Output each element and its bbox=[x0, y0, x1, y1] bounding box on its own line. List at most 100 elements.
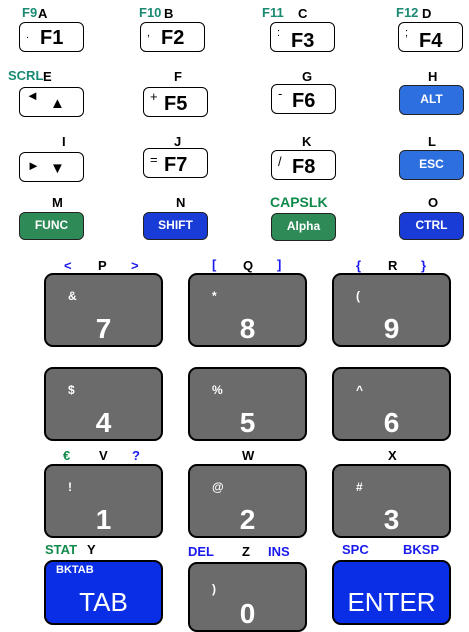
key-7[interactable]: & 7 bbox=[44, 273, 163, 347]
letter-g-label: G bbox=[302, 69, 313, 84]
bktab-label: BKTAB bbox=[56, 564, 94, 576]
letter-f-label: F bbox=[174, 69, 182, 84]
f8-main: F8 bbox=[292, 156, 316, 178]
key-1[interactable]: ! 1 bbox=[44, 464, 163, 538]
key-5-symbol: % bbox=[212, 383, 223, 397]
f6-key[interactable]: - F6 bbox=[271, 84, 336, 114]
key-8[interactable]: * 8 bbox=[188, 273, 307, 347]
letter-p-label: P bbox=[98, 258, 107, 273]
f4-key[interactable]: ; F4 bbox=[398, 22, 463, 52]
key-6-number: 6 bbox=[383, 407, 400, 438]
key-5[interactable]: % 5 bbox=[188, 367, 307, 441]
k9-pre: { bbox=[356, 258, 362, 273]
up-arrow-icon: ▲ bbox=[50, 95, 65, 112]
letter-r-label: R bbox=[388, 258, 398, 273]
letter-j-label: J bbox=[174, 134, 182, 149]
alt-key-label: ALT bbox=[420, 92, 443, 106]
letter-c-label: C bbox=[298, 6, 308, 21]
f4-main: F4 bbox=[419, 30, 443, 52]
ins-label: INS bbox=[268, 544, 290, 559]
right-down-key[interactable]: ► ▼ bbox=[19, 152, 84, 182]
letter-v-label: V bbox=[99, 448, 108, 463]
alpha-key-label: Alpha bbox=[286, 219, 321, 233]
f2-secondary: , bbox=[147, 27, 151, 39]
shift-key[interactable]: SHIFT bbox=[143, 212, 208, 240]
f7-key[interactable]: = F7 bbox=[143, 148, 208, 178]
key-8-number: 8 bbox=[239, 313, 256, 344]
alpha-key[interactable]: Alpha bbox=[271, 213, 336, 241]
letter-h-label: H bbox=[428, 69, 438, 84]
key-7-symbol: & bbox=[68, 289, 77, 303]
scrl-label: SCRL bbox=[8, 68, 44, 83]
f7-main: F7 bbox=[164, 154, 188, 176]
del-label: DEL bbox=[188, 544, 214, 559]
key-9-number: 9 bbox=[383, 313, 400, 344]
f4-secondary: ; bbox=[405, 27, 409, 39]
f2-key[interactable]: , F2 bbox=[140, 22, 205, 52]
ctrl-key[interactable]: CTRL bbox=[399, 212, 464, 240]
f5-main: F5 bbox=[164, 93, 188, 115]
letter-b-label: B bbox=[164, 6, 174, 21]
enter-key[interactable]: ENTER bbox=[332, 560, 451, 625]
f1-key[interactable]: . F1 bbox=[19, 22, 84, 52]
f10-label: F10 bbox=[139, 5, 162, 20]
key-4-symbol: $ bbox=[68, 383, 75, 397]
enter-key-label: ENTER bbox=[347, 587, 436, 617]
letter-e-label: E bbox=[43, 69, 52, 84]
k7-post: > bbox=[131, 258, 139, 273]
key-5-number: 5 bbox=[239, 407, 256, 438]
f1-main: F1 bbox=[40, 27, 64, 49]
k9-post: } bbox=[421, 258, 427, 273]
key-3[interactable]: # 3 bbox=[332, 464, 451, 538]
f5-secondary: + bbox=[150, 89, 158, 104]
f11-label: F11 bbox=[262, 5, 284, 20]
key-4-number: 4 bbox=[95, 407, 112, 438]
alt-key[interactable]: ALT bbox=[399, 85, 464, 115]
down-arrow-icon: ▼ bbox=[50, 160, 65, 177]
letter-y-label: Y bbox=[87, 542, 96, 557]
key-0-number: 0 bbox=[239, 598, 256, 629]
shift-key-label: SHIFT bbox=[158, 218, 193, 232]
esc-key-label: ESC bbox=[419, 157, 444, 171]
f2-main: F2 bbox=[161, 27, 185, 49]
f3-secondary: : bbox=[277, 27, 281, 39]
key-0[interactable]: ) 0 bbox=[188, 562, 307, 632]
key-9[interactable]: ( 9 bbox=[332, 273, 451, 347]
tab-key-label: TAB bbox=[79, 587, 128, 617]
key-7-number: 7 bbox=[95, 313, 112, 344]
stat-label: STAT bbox=[45, 542, 78, 557]
f6-secondary: - bbox=[278, 86, 283, 101]
right-arrow-icon: ► bbox=[27, 158, 40, 173]
left-up-key[interactable]: ◄ ▲ bbox=[19, 87, 84, 117]
letter-k-label: K bbox=[302, 134, 312, 149]
func-key[interactable]: FUNC bbox=[19, 212, 84, 240]
letter-i-label: I bbox=[62, 134, 66, 149]
letter-w-label: W bbox=[242, 448, 255, 463]
key-9-symbol: ( bbox=[356, 289, 360, 303]
tab-key[interactable]: BKTAB TAB bbox=[44, 560, 163, 625]
letter-l-label: L bbox=[428, 134, 436, 149]
esc-key[interactable]: ESC bbox=[399, 150, 464, 180]
key-2-number: 2 bbox=[239, 504, 256, 535]
f8-key[interactable]: / F8 bbox=[271, 150, 336, 180]
key-6[interactable]: ^ 6 bbox=[332, 367, 451, 441]
f5-key[interactable]: + F5 bbox=[143, 87, 208, 117]
k1-pre: € bbox=[63, 448, 71, 463]
spc-label: SPC bbox=[342, 542, 369, 557]
letter-q-label: Q bbox=[243, 258, 254, 273]
key-1-symbol: ! bbox=[68, 480, 72, 494]
key-4[interactable]: $ 4 bbox=[44, 367, 163, 441]
left-arrow-icon: ◄ bbox=[26, 88, 39, 103]
ctrl-key-label: CTRL bbox=[415, 218, 448, 232]
key-1-number: 1 bbox=[95, 504, 112, 535]
f3-key[interactable]: : F3 bbox=[270, 22, 335, 52]
letter-x-label: X bbox=[388, 448, 397, 463]
letter-a-label: A bbox=[38, 6, 48, 21]
func-key-label: FUNC bbox=[34, 218, 69, 232]
key-2[interactable]: @ 2 bbox=[188, 464, 307, 538]
f6-main: F6 bbox=[292, 90, 316, 112]
letter-o-label: O bbox=[428, 195, 439, 210]
k8-pre: [ bbox=[212, 257, 217, 272]
key-6-symbol: ^ bbox=[356, 383, 364, 397]
key-3-symbol: # bbox=[356, 480, 363, 494]
